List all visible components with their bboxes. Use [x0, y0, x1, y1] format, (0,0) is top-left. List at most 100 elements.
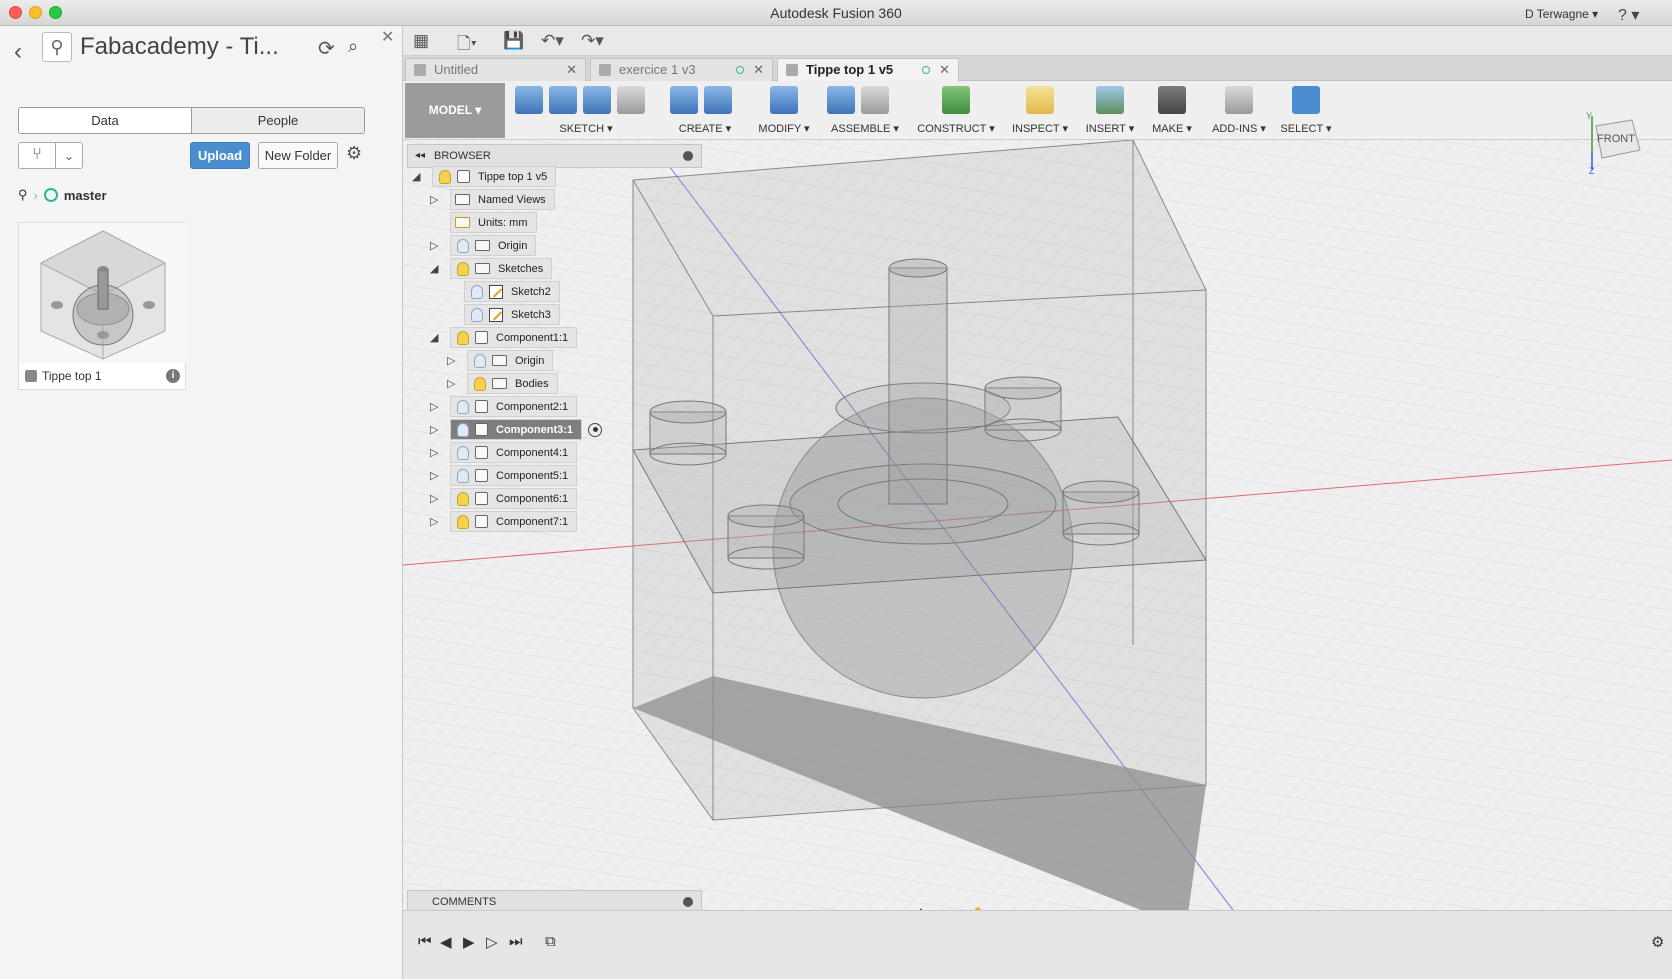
- tree-row[interactable]: Units: mm: [430, 212, 537, 233]
- step-forward-icon[interactable]: ▷: [486, 933, 498, 951]
- tree-row[interactable]: ▷ Component2:1: [430, 396, 578, 417]
- tree-row[interactable]: ▷ Origin: [447, 350, 554, 371]
- collapsed-triangle-icon[interactable]: ▷: [430, 193, 438, 206]
- tree-row[interactable]: ▷ Component5:1: [430, 465, 578, 486]
- tree-row[interactable]: ▷ Origin: [430, 235, 537, 256]
- tree-node[interactable]: Sketch3: [464, 304, 560, 325]
- create-menu[interactable]: CREATE ▾: [666, 122, 744, 135]
- file-card[interactable]: Tippe top 1 i: [18, 222, 187, 390]
- collapsed-triangle-icon[interactable]: ▷: [430, 446, 438, 459]
- extrude-icon[interactable]: [670, 86, 698, 114]
- select-group[interactable]: SELECT ▾: [1276, 81, 1336, 140]
- tree-node[interactable]: Tippe top 1 v5: [432, 166, 557, 187]
- expanded-triangle-icon[interactable]: ◢: [430, 262, 438, 275]
- upload-button[interactable]: Upload: [190, 142, 250, 169]
- close-tab-icon[interactable]: ✕: [566, 59, 577, 81]
- inspect-menu[interactable]: INSPECT ▾: [1003, 122, 1077, 135]
- mirror-icon[interactable]: [617, 86, 645, 114]
- make-group[interactable]: MAKE ▾: [1143, 81, 1201, 140]
- hub-icon[interactable]: ⚲: [18, 187, 28, 203]
- gear-icon[interactable]: ⚙: [346, 143, 362, 164]
- tree-row[interactable]: Sketch2: [464, 281, 560, 302]
- back-icon[interactable]: ‹: [14, 38, 22, 66]
- visibility-bulb-icon[interactable]: [457, 514, 469, 529]
- press-pull-icon[interactable]: [770, 86, 798, 114]
- joint-icon[interactable]: [861, 86, 889, 114]
- tree-node[interactable]: Component4:1: [450, 442, 578, 463]
- branch-icon[interactable]: ⑂: [18, 142, 56, 169]
- timeline-settings-icon[interactable]: ⚙: [1651, 933, 1664, 951]
- branch-name[interactable]: master: [64, 188, 107, 203]
- collapsed-triangle-icon[interactable]: ▷: [430, 239, 438, 252]
- view-cube[interactable]: FRONT Y Z: [1580, 111, 1642, 176]
- collapsed-triangle-icon[interactable]: ▷: [430, 469, 438, 482]
- visibility-bulb-icon[interactable]: [457, 422, 469, 437]
- tree-node-selected[interactable]: Component3:1: [450, 419, 582, 440]
- create-group[interactable]: CREATE ▾: [666, 81, 744, 140]
- insert-group[interactable]: INSERT ▾: [1081, 81, 1139, 140]
- new-folder-button[interactable]: New Folder: [258, 142, 338, 169]
- step-back-icon[interactable]: ◀: [440, 933, 452, 951]
- insert-menu[interactable]: INSERT ▾: [1081, 122, 1139, 135]
- assemble-menu[interactable]: ASSEMBLE ▾: [823, 122, 907, 135]
- tab-data[interactable]: Data: [19, 108, 192, 133]
- form-icon[interactable]: [704, 86, 732, 114]
- collapse-browser-icon[interactable]: ◂◂: [415, 145, 425, 167]
- tree-node[interactable]: Component5:1: [450, 465, 578, 486]
- activate-component-radio[interactable]: [588, 422, 602, 437]
- collapsed-triangle-icon[interactable]: ▷: [430, 423, 438, 436]
- close-panel-icon[interactable]: ✕: [381, 27, 394, 47]
- visibility-bulb-icon[interactable]: [471, 307, 483, 322]
- collapsed-triangle-icon[interactable]: ▷: [430, 400, 438, 413]
- tree-row[interactable]: ◢ Sketches: [430, 258, 553, 279]
- expanded-triangle-icon[interactable]: ◢: [430, 331, 438, 344]
- refresh-icon[interactable]: ⟳: [318, 36, 335, 61]
- doc-tab[interactable]: exercice 1 v3 ✕: [590, 58, 773, 81]
- redo-icon[interactable]: ↷▾: [581, 31, 604, 51]
- tree-node[interactable]: Component6:1: [450, 488, 578, 509]
- collapsed-triangle-icon[interactable]: ▷: [430, 515, 438, 528]
- create-sketch-icon[interactable]: [515, 86, 543, 114]
- visibility-bulb-icon[interactable]: [471, 284, 483, 299]
- sketch-group[interactable]: SKETCH ▾: [511, 81, 661, 140]
- tree-row[interactable]: ▷ Bodies: [447, 373, 558, 394]
- visibility-bulb-icon[interactable]: [457, 399, 469, 414]
- sketch-menu[interactable]: SKETCH ▾: [511, 122, 661, 135]
- doc-tab-active[interactable]: Tippe top 1 v5 ✕: [777, 58, 959, 81]
- collapsed-triangle-icon[interactable]: ▷: [430, 492, 438, 505]
- help-icon[interactable]: ? ▾: [1618, 5, 1639, 25]
- tree-row[interactable]: ◢ Component1:1: [430, 327, 578, 348]
- undo-icon[interactable]: ↶▾: [541, 31, 564, 51]
- make-menu[interactable]: MAKE ▾: [1143, 122, 1201, 135]
- minimize-browser-icon[interactable]: [683, 151, 693, 161]
- tree-root[interactable]: ◢ Tippe top 1 v5: [412, 166, 557, 187]
- visibility-bulb-icon[interactable]: [439, 169, 451, 184]
- browser-header[interactable]: ◂◂ BROWSER: [407, 144, 702, 168]
- tab-people[interactable]: People: [192, 108, 364, 133]
- modify-menu[interactable]: MODIFY ▾: [749, 122, 819, 135]
- info-icon[interactable]: i: [166, 369, 180, 383]
- visibility-bulb-icon[interactable]: [474, 376, 486, 391]
- visibility-bulb-icon[interactable]: [457, 330, 469, 345]
- workspace-switcher[interactable]: MODEL ▾: [405, 83, 505, 138]
- tree-node[interactable]: Units: mm: [450, 212, 537, 233]
- tree-node[interactable]: Origin: [467, 350, 554, 371]
- addins-menu[interactable]: ADD-INS ▾: [1206, 122, 1272, 135]
- project-hub-icon[interactable]: ⚲: [42, 32, 72, 62]
- offset-plane-icon[interactable]: [942, 86, 970, 114]
- chevron-down-icon[interactable]: ⌄: [56, 142, 83, 169]
- measure-icon[interactable]: [1026, 86, 1054, 114]
- insert-image-icon[interactable]: [1096, 86, 1124, 114]
- inspect-group[interactable]: INSPECT ▾: [1003, 81, 1077, 140]
- visibility-bulb-icon[interactable]: [474, 353, 486, 368]
- tree-row[interactable]: ▷ Component6:1: [430, 488, 578, 509]
- tree-node[interactable]: Bodies: [467, 373, 558, 394]
- modify-group[interactable]: MODIFY ▾: [749, 81, 819, 140]
- tree-node[interactable]: Component1:1: [450, 327, 578, 348]
- new-component-icon[interactable]: [827, 86, 855, 114]
- close-tab-icon[interactable]: ✕: [939, 59, 950, 81]
- rectangle-icon[interactable]: [583, 86, 611, 114]
- construct-group[interactable]: CONSTRUCT ▾: [913, 81, 999, 140]
- search-icon[interactable]: ⌕: [348, 36, 358, 57]
- construct-menu[interactable]: CONSTRUCT ▾: [913, 122, 999, 135]
